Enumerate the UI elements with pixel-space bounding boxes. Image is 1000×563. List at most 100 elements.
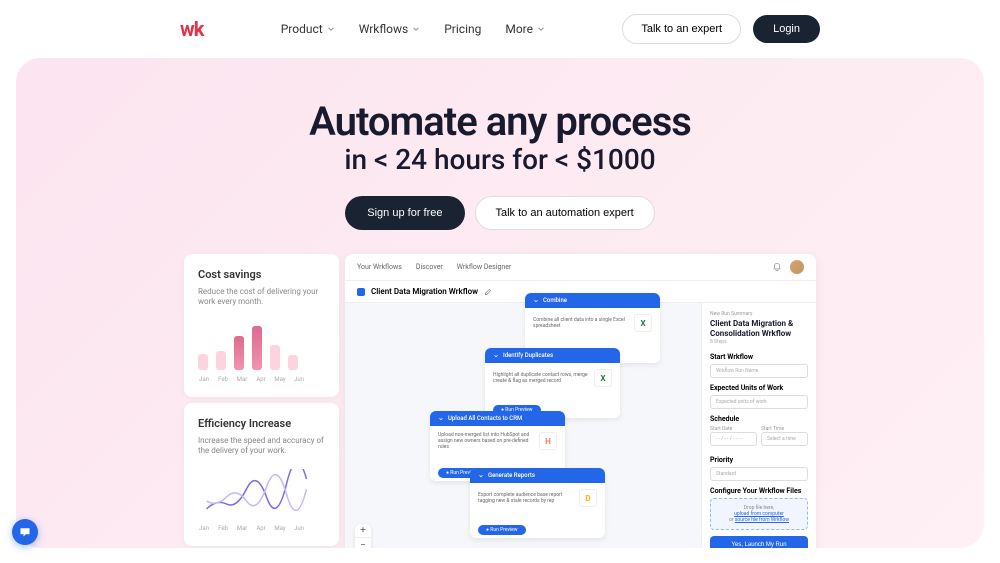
launch-run-button[interactable]: Yes, Launch My Run bbox=[710, 536, 808, 548]
zoom-out-button[interactable]: − bbox=[355, 538, 371, 548]
node-header: Combine bbox=[525, 293, 660, 308]
card-title: Efficiency Increase bbox=[198, 417, 325, 430]
units-input[interactable]: Expected units of work bbox=[710, 395, 808, 409]
tab-your-wrkflows[interactable]: Your Wrkflows bbox=[357, 263, 402, 271]
wrkflow-node[interactable]: Generate Reports Export complete audienc… bbox=[470, 468, 605, 538]
nav-label: Wrkflows bbox=[359, 22, 409, 36]
node-body: Highlight all duplicate contact rows, me… bbox=[485, 363, 620, 393]
wrkflow-canvas[interactable]: + − Combine Combine all client data into… bbox=[345, 303, 701, 548]
bar-jun bbox=[288, 355, 298, 370]
start-date-input[interactable]: - - / - - / - - - - bbox=[710, 432, 757, 446]
run-sidebar: New Run Summary Client Data Migration & … bbox=[701, 303, 816, 548]
talk-expert-button[interactable]: Talk to an expert bbox=[622, 14, 741, 44]
nav-product[interactable]: Product bbox=[281, 22, 335, 36]
node-app-icon: X bbox=[594, 369, 612, 387]
line-label: Mar bbox=[236, 525, 248, 532]
line-label: May bbox=[274, 525, 286, 532]
wrkflow-node[interactable]: Identify Duplicates Highlight all duplic… bbox=[485, 348, 620, 418]
nav-pricing[interactable]: Pricing bbox=[444, 22, 481, 36]
nav-label: Product bbox=[281, 22, 323, 36]
wrkflow-color-indicator bbox=[357, 288, 365, 296]
avatar[interactable] bbox=[790, 260, 804, 274]
schedule-label: Schedule bbox=[710, 415, 808, 423]
node-header: Upload All Contacts to CRM bbox=[430, 411, 565, 426]
edit-icon[interactable] bbox=[484, 288, 492, 296]
panel-header-icons bbox=[772, 260, 804, 274]
wrkflow-title: Client Data Migration Wrkflow bbox=[371, 287, 478, 296]
bar-label: Jan bbox=[198, 376, 210, 383]
node-body: Export complete audience base report tag… bbox=[470, 483, 605, 513]
tab-discover[interactable]: Discover bbox=[416, 263, 443, 271]
node-header: Identify Duplicates bbox=[485, 348, 620, 363]
priority-label: Priority bbox=[710, 456, 808, 464]
node-title: Identify Duplicates bbox=[503, 352, 553, 359]
priority-select[interactable]: Standard bbox=[710, 467, 808, 481]
bar-jan bbox=[198, 354, 208, 370]
bar-may bbox=[270, 345, 280, 370]
sidebar-cards: Cost savings Reduce the cost of deliveri… bbox=[184, 254, 339, 548]
bar-label: Jun bbox=[293, 376, 305, 383]
line-label: Jan bbox=[198, 525, 210, 532]
chevron-down-icon bbox=[412, 25, 420, 33]
main-nav: Product Wrkflows Pricing More bbox=[281, 22, 545, 36]
node-header: Generate Reports bbox=[470, 468, 605, 483]
units-label: Expected Units of Work bbox=[710, 384, 808, 392]
bar-feb bbox=[216, 351, 226, 370]
line-label: Feb bbox=[217, 525, 229, 532]
bar-chart bbox=[198, 320, 325, 370]
card-desc: Reduce the cost of delivering your work … bbox=[198, 287, 325, 308]
efficiency-card: Efficiency Increase Increase the speed a… bbox=[184, 403, 339, 546]
files-label: Configure Your Wrkflow Files bbox=[710, 487, 808, 495]
bar-label: May bbox=[274, 376, 286, 383]
hero-title: Automate any process bbox=[16, 98, 984, 145]
tab-designer[interactable]: Wrkflow Designer bbox=[457, 263, 512, 271]
node-desc: Combine all client data into a single Ex… bbox=[533, 317, 628, 329]
source-link[interactable]: source file from Wrkflow bbox=[735, 517, 789, 523]
header-actions: Talk to an expert Login bbox=[622, 14, 820, 44]
line-chart bbox=[198, 469, 325, 519]
line-chart-labels: Jan Feb Mar Apr May Jun bbox=[198, 525, 325, 532]
node-title: Generate Reports bbox=[488, 472, 535, 479]
start-time-input[interactable]: Select a time bbox=[761, 432, 808, 446]
node-desc: Highlight all duplicate contact rows, me… bbox=[493, 372, 588, 384]
run-preview-button[interactable]: ● Run Preview bbox=[478, 525, 526, 535]
chat-bubble[interactable] bbox=[12, 519, 38, 545]
card-desc: Increase the speed and accuracy of the d… bbox=[198, 436, 325, 457]
card-title: Cost savings bbox=[198, 268, 325, 281]
hero-section: Automate any process in < 24 hours for <… bbox=[16, 58, 984, 548]
nav-more[interactable]: More bbox=[505, 22, 545, 36]
node-desc: Upload non-merged list into HubSpot and … bbox=[438, 432, 533, 450]
chat-icon bbox=[19, 526, 31, 538]
logo[interactable]: wk bbox=[180, 17, 203, 41]
node-body: Upload non-merged list into HubSpot and … bbox=[430, 426, 565, 456]
hero-subtitle: in < 24 hours for < $1000 bbox=[16, 143, 984, 176]
bar-label: Apr bbox=[255, 376, 267, 383]
file-dropzone[interactable]: Drop file here, upload from computer or … bbox=[710, 498, 808, 530]
chevron-down-icon bbox=[327, 25, 335, 33]
bar-label: Mar bbox=[236, 376, 248, 383]
nav-wrkflows[interactable]: Wrkflows bbox=[359, 22, 421, 36]
node-body: Combine all client data into a single Ex… bbox=[525, 308, 660, 338]
nav-label: More bbox=[505, 22, 533, 36]
bar-label: Feb bbox=[217, 376, 229, 383]
main-header: wk Product Wrkflows Pricing More Talk to… bbox=[0, 0, 1000, 58]
node-app-icon: D bbox=[579, 489, 597, 507]
run-name-input[interactable]: Wrkflow Run Name bbox=[710, 364, 808, 378]
panel-body: + − Combine Combine all client data into… bbox=[345, 303, 816, 548]
line-label: Jun bbox=[293, 525, 305, 532]
line-label: Apr bbox=[255, 525, 267, 532]
bar-mar bbox=[234, 336, 244, 370]
login-button[interactable]: Login bbox=[753, 15, 820, 43]
bell-icon[interactable] bbox=[772, 262, 782, 272]
node-app-icon: X bbox=[634, 314, 652, 332]
signup-button[interactable]: Sign up for free bbox=[345, 196, 464, 230]
talk-automation-expert-button[interactable]: Talk to an automation expert bbox=[475, 196, 655, 230]
summary-title: Client Data Migration & Consolidation Wr… bbox=[710, 319, 808, 338]
node-footer: ● Run Preview bbox=[470, 513, 605, 538]
panel-tabs: Your Wrkflows Discover Wrkflow Designer bbox=[357, 263, 511, 271]
dashboard-preview: Cost savings Reduce the cost of deliveri… bbox=[184, 254, 816, 548]
zoom-in-button[interactable]: + bbox=[355, 524, 371, 538]
wrkflow-panel: Your Wrkflows Discover Wrkflow Designer … bbox=[345, 254, 816, 548]
node-desc: Export complete audience base report tag… bbox=[478, 492, 573, 504]
or-text: or bbox=[729, 517, 734, 523]
